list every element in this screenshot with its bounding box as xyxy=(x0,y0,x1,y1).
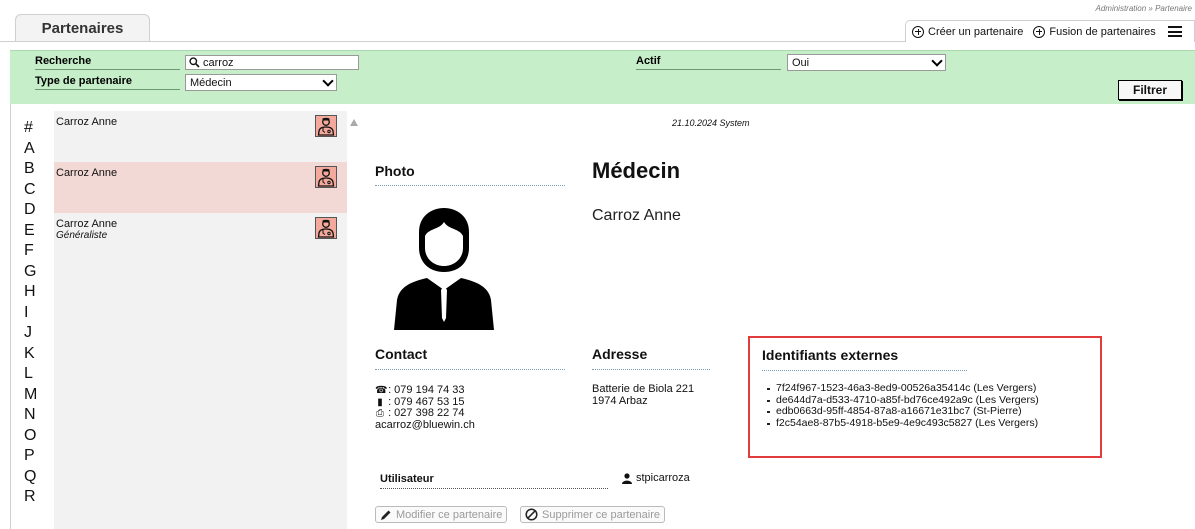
alphabet-letter[interactable]: D xyxy=(24,200,44,221)
alphabet-index: # A B C D E F G H I J K L M N O P Q R xyxy=(24,118,44,508)
alphabet-letter[interactable]: O xyxy=(24,426,44,447)
search-label: Recherche xyxy=(35,55,92,67)
mobile-value: : 079 467 53 15 xyxy=(388,395,465,408)
alphabet-letter[interactable]: P xyxy=(24,446,44,467)
user-divider xyxy=(380,488,608,489)
delete-partner-label: Supprimer ce partenaire xyxy=(542,508,661,521)
doctor-icon xyxy=(315,166,337,188)
edit-partner-button[interactable]: Modifier ce partenaire xyxy=(375,506,508,523)
merge-partners-button[interactable]: Fusion de partenaires xyxy=(1033,25,1156,38)
avatar-placeholder xyxy=(394,208,494,330)
phone-value: : 079 194 74 33 xyxy=(388,384,465,396)
alphabet-letter[interactable]: M xyxy=(24,385,44,406)
contact-divider xyxy=(375,369,565,370)
partner-type-title: Médecin xyxy=(592,158,681,183)
plus-circle-icon xyxy=(1033,25,1046,38)
external-ids-heading: Identifiants externes xyxy=(762,347,899,363)
external-id-item: f2c54ae8-87b5-4918-b5e9-4e9c493c5827 (Le… xyxy=(767,416,1039,429)
partner-name: Carroz Anne xyxy=(592,207,681,224)
list-item[interactable]: Carroz Anne xyxy=(54,162,347,213)
doctor-icon xyxy=(315,217,337,239)
partner-list-name: Carroz Anne xyxy=(56,167,118,179)
address-line-2: 1974 Arbaz xyxy=(592,394,648,407)
tab-partenaires[interactable]: Partenaires xyxy=(15,14,150,42)
alphabet-letter[interactable]: G xyxy=(24,262,44,283)
action-bar: Créer un partenaire Fusion de partenaire… xyxy=(905,20,1195,42)
partner-type-underline xyxy=(35,89,180,90)
active-select[interactable]: Oui xyxy=(787,54,946,71)
doctor-icon xyxy=(315,115,337,137)
address-divider xyxy=(592,369,710,370)
left-divider xyxy=(10,104,11,529)
alphabet-letter[interactable]: B xyxy=(24,159,44,180)
user-icon xyxy=(622,472,632,484)
alphabet-letter[interactable]: L xyxy=(24,364,44,385)
search-input[interactable]: carroz xyxy=(185,55,359,70)
address-heading: Adresse xyxy=(592,346,648,362)
partner-list-name: Carroz Anne xyxy=(56,218,118,230)
alphabet-letter[interactable]: A xyxy=(24,139,44,160)
partner-type-value: Médecin xyxy=(190,76,232,89)
pencil-icon xyxy=(381,510,391,520)
search-icon xyxy=(189,57,200,68)
edit-partner-label: Modifier ce partenaire xyxy=(396,508,503,521)
filter-button[interactable]: Filtrer xyxy=(1118,80,1182,100)
scroll-up-arrow-icon[interactable] xyxy=(350,119,358,126)
alphabet-letter[interactable]: H xyxy=(24,282,44,303)
breadcrumb: Administration » Partenaire xyxy=(1095,4,1193,13)
user-value: stpicarroza xyxy=(636,472,690,484)
list-empty-area xyxy=(54,264,347,529)
partner-list-subtitle: Généraliste xyxy=(56,230,108,241)
alphabet-letter[interactable]: N xyxy=(24,405,44,426)
alphabet-letter[interactable]: K xyxy=(24,344,44,365)
partner-type-select[interactable]: Médecin xyxy=(185,74,337,91)
partner-list-name: Carroz Anne xyxy=(56,116,118,128)
external-ids-divider xyxy=(762,370,967,371)
address-block: Batterie de Biola 221 1974 Arbaz xyxy=(592,383,695,407)
partner-list: Carroz Anne Carroz Anne Carroz Anne Général… xyxy=(54,111,347,529)
prohibited-icon xyxy=(525,508,538,521)
tab-divider xyxy=(0,41,905,42)
active-value: Oui xyxy=(792,56,810,69)
delete-partner-button[interactable]: Supprimer ce partenaire xyxy=(520,506,666,523)
external-id-item: edb0663d-95ff-4854-87a8-a16671e31bc7 (St… xyxy=(767,405,1039,418)
external-id-item: 7f24f967-1523-46a3-8ed9-00526a35414c (Le… xyxy=(767,382,1039,395)
active-underline xyxy=(636,69,781,70)
fax-value: : 027 398 22 74 xyxy=(388,407,465,419)
mobile-icon: ▮ xyxy=(377,396,383,408)
fax-icon: ⎙ xyxy=(376,408,384,419)
user-info: stpicarroza xyxy=(622,472,690,484)
partner-type-label: Type de partenaire xyxy=(35,75,132,87)
user-label: Utilisateur xyxy=(380,473,434,485)
chevron-down-icon xyxy=(322,74,334,87)
alphabet-letter[interactable]: I xyxy=(24,303,44,324)
contact-heading: Contact xyxy=(375,346,428,362)
contact-block: ☎ : 079 194 74 33 ▮ : 079 467 53 15 ⎙ : … xyxy=(375,384,475,432)
active-label: Actif xyxy=(636,55,661,67)
modified-stamp: 21.10.2024 System xyxy=(672,118,750,128)
search-underline xyxy=(35,69,180,70)
address-line-1: Batterie de Biola 221 xyxy=(592,383,695,395)
alphabet-letter[interactable]: C xyxy=(24,180,44,201)
create-partner-button[interactable]: Créer un partenaire xyxy=(912,25,1024,38)
alphabet-letter[interactable]: R xyxy=(24,487,44,508)
alphabet-letter[interactable]: Q xyxy=(24,467,44,488)
merge-partners-label: Fusion de partenaires xyxy=(1049,25,1156,38)
alphabet-letter[interactable]: F xyxy=(24,241,44,262)
photo-divider xyxy=(375,185,565,186)
list-item[interactable]: Carroz Anne xyxy=(54,111,347,162)
create-partner-label: Créer un partenaire xyxy=(928,25,1024,38)
alphabet-letter[interactable]: J xyxy=(24,323,44,344)
list-item[interactable]: Carroz Anne Généraliste xyxy=(54,213,347,264)
photo-heading: Photo xyxy=(375,163,415,179)
external-ids-list: 7f24f967-1523-46a3-8ed9-00526a35414c (Le… xyxy=(762,382,1039,429)
search-value: carroz xyxy=(203,56,234,69)
menu-icon[interactable] xyxy=(1167,26,1182,37)
alphabet-letter[interactable]: # xyxy=(24,118,44,139)
chevron-down-icon xyxy=(931,54,943,67)
alphabet-letter[interactable]: E xyxy=(24,221,44,242)
email-link[interactable]: acarroz@bluewin.ch xyxy=(375,419,475,432)
phone-icon: ☎ xyxy=(375,385,388,396)
plus-circle-icon xyxy=(912,25,924,38)
